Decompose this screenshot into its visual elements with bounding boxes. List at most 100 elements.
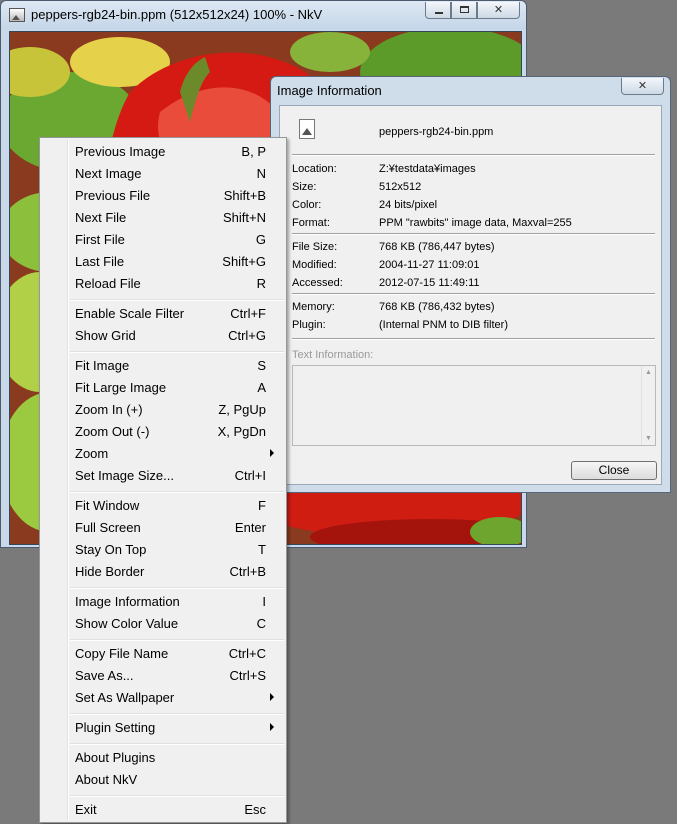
menu-item-shortcut: T	[258, 542, 266, 557]
info-label: Modified:	[292, 259, 337, 271]
divider	[292, 233, 655, 235]
menu-item-shortcut: Z, PgUp	[218, 402, 266, 417]
menu-item-show-color-value[interactable]: Show Color Value C	[42, 613, 284, 635]
scroll-up-icon[interactable]: ▲	[645, 369, 652, 376]
menu-item-next-file[interactable]: Next File Shift+N	[42, 207, 284, 229]
menu-item-shortcut: Shift+B	[223, 188, 266, 203]
menu-item-shortcut: A	[257, 380, 266, 395]
menu-separator	[70, 639, 284, 641]
menu-item-shortcut: Ctrl+C	[228, 646, 266, 661]
menu-item-label: Stay On Top	[75, 542, 147, 557]
menu-separator	[70, 713, 284, 715]
divider	[292, 338, 655, 340]
info-value: Z:¥testdata¥images	[379, 163, 476, 175]
menu-item-show-grid[interactable]: Show Grid Ctrl+G	[42, 325, 284, 347]
info-label: File Size:	[292, 241, 338, 253]
caption-buttons: ✕	[425, 2, 520, 20]
menu-item-save-as[interactable]: Save As... Ctrl+S	[42, 665, 284, 687]
text-information-label: Text Information:	[292, 349, 374, 361]
divider	[292, 293, 655, 295]
menu-item-fit-large-image[interactable]: Fit Large Image A	[42, 377, 284, 399]
menu-item-label: About NkV	[75, 772, 138, 787]
file-image-icon	[299, 119, 315, 139]
menu-item-shortcut: Ctrl+S	[229, 668, 266, 683]
menu-item-enable-scale-filter[interactable]: Enable Scale Filter Ctrl+F	[42, 303, 284, 325]
dialog-body: peppers-rgb24-bin.ppm Location: Z:¥testd…	[279, 105, 662, 485]
dialog-title: Image Information	[277, 83, 382, 98]
menu-item-shortcut: Shift+G	[222, 254, 266, 269]
menu-item-zoom-out[interactable]: Zoom Out (-) X, PgDn	[42, 421, 284, 443]
menu-item-label: Plugin Setting	[75, 720, 156, 735]
menu-item-first-file[interactable]: First File G	[42, 229, 284, 251]
menu-item-label: Zoom In (+)	[75, 402, 143, 417]
close-button[interactable]: ✕	[477, 2, 520, 19]
menu-item-label: Hide Border	[75, 564, 145, 579]
menu-item-label: Previous File	[75, 188, 151, 203]
close-dialog-button[interactable]: Close	[571, 461, 657, 480]
menu-item-shortcut: G	[255, 232, 266, 247]
menu-item-label: Show Color Value	[75, 616, 179, 631]
menu-item-label: Full Screen	[75, 520, 141, 535]
info-value: 2012-07-15 11:49:11	[379, 277, 480, 289]
menu-item-shortcut: Shift+N	[223, 210, 266, 225]
submenu-arrow-icon	[270, 449, 274, 457]
menu-item-set-as-wallpaper[interactable]: Set As Wallpaper	[42, 687, 284, 709]
menu-item-exit[interactable]: Exit Esc	[42, 799, 284, 821]
menu-item-zoom-in[interactable]: Zoom In (+) Z, PgUp	[42, 399, 284, 421]
info-value: (Internal PNM to DIB filter)	[379, 319, 508, 331]
menu-item-set-image-size[interactable]: Set Image Size... Ctrl+I	[42, 465, 284, 487]
vertical-scrollbar[interactable]: ▲ ▼	[641, 366, 655, 445]
menu-item-label: Zoom	[75, 446, 109, 461]
info-value: 512x512	[379, 181, 422, 193]
text-information-box[interactable]: ▲ ▼	[292, 365, 656, 446]
menu-item-image-information[interactable]: Image Information I	[42, 591, 284, 613]
close-icon: ✕	[637, 80, 648, 92]
menu-separator	[70, 743, 284, 745]
dialog-close-button[interactable]: ✕	[621, 78, 664, 95]
maximize-button[interactable]	[451, 2, 477, 19]
menu-item-label: Set Image Size...	[75, 468, 174, 483]
info-value: PPM "rawbits" image data, Maxval=255	[379, 217, 572, 229]
menu-item-fit-image[interactable]: Fit Image S	[42, 355, 284, 377]
menu-item-shortcut: Ctrl+F	[230, 306, 266, 321]
menu-item-about-plugins[interactable]: About Plugins	[42, 747, 284, 769]
menu-item-full-screen[interactable]: Full Screen Enter	[42, 517, 284, 539]
menu-item-about-nkv[interactable]: About NkV	[42, 769, 284, 791]
info-value: 768 KB (786,447 bytes)	[379, 241, 495, 253]
menu-item-plugin-setting[interactable]: Plugin Setting	[42, 717, 284, 739]
info-label: Plugin:	[292, 319, 326, 331]
menu-item-label: Fit Large Image	[75, 380, 167, 395]
menu-item-previous-image[interactable]: Previous Image B, P	[42, 141, 284, 163]
image-information-dialog: Image Information ✕ peppers-rgb24-bin.pp…	[270, 76, 671, 493]
minimize-icon	[435, 12, 443, 14]
menu-item-zoom[interactable]: Zoom	[42, 443, 284, 465]
scroll-down-icon[interactable]: ▼	[645, 435, 652, 442]
menu-item-shortcut: R	[256, 276, 266, 291]
menu-item-label: Save As...	[75, 668, 134, 683]
info-value: 2004-11-27 11:09:01	[379, 259, 480, 271]
menu-item-previous-file[interactable]: Previous File Shift+B	[42, 185, 284, 207]
divider	[292, 154, 655, 156]
menu-item-fit-window[interactable]: Fit Window F	[42, 495, 284, 517]
menu-item-label: Zoom Out (-)	[75, 424, 150, 439]
menu-item-label: Show Grid	[75, 328, 136, 343]
menu-item-shortcut: F	[258, 498, 266, 513]
info-label: Memory:	[292, 301, 335, 313]
menu-item-next-image[interactable]: Next Image N	[42, 163, 284, 185]
menu-item-copy-file-name[interactable]: Copy File Name Ctrl+C	[42, 643, 284, 665]
info-value: 768 KB (786,432 bytes)	[379, 301, 495, 313]
menu-separator	[70, 587, 284, 589]
title-bar[interactable]: peppers-rgb24-bin.ppm (512x512x24) 100% …	[1, 1, 526, 29]
menu-item-label: Last File	[75, 254, 125, 269]
menu-item-shortcut: B, P	[241, 144, 266, 159]
menu-item-hide-border[interactable]: Hide Border Ctrl+B	[42, 561, 284, 583]
image-icon[interactable]	[9, 8, 25, 22]
menu-item-label: Exit	[75, 802, 97, 817]
submenu-arrow-icon	[270, 693, 274, 701]
menu-item-shortcut: Enter	[234, 520, 266, 535]
menu-item-stay-on-top[interactable]: Stay On Top T	[42, 539, 284, 561]
menu-item-last-file[interactable]: Last File Shift+G	[42, 251, 284, 273]
menu-item-label: Next File	[75, 210, 127, 225]
minimize-button[interactable]	[425, 2, 451, 19]
menu-item-reload-file[interactable]: Reload File R	[42, 273, 284, 295]
